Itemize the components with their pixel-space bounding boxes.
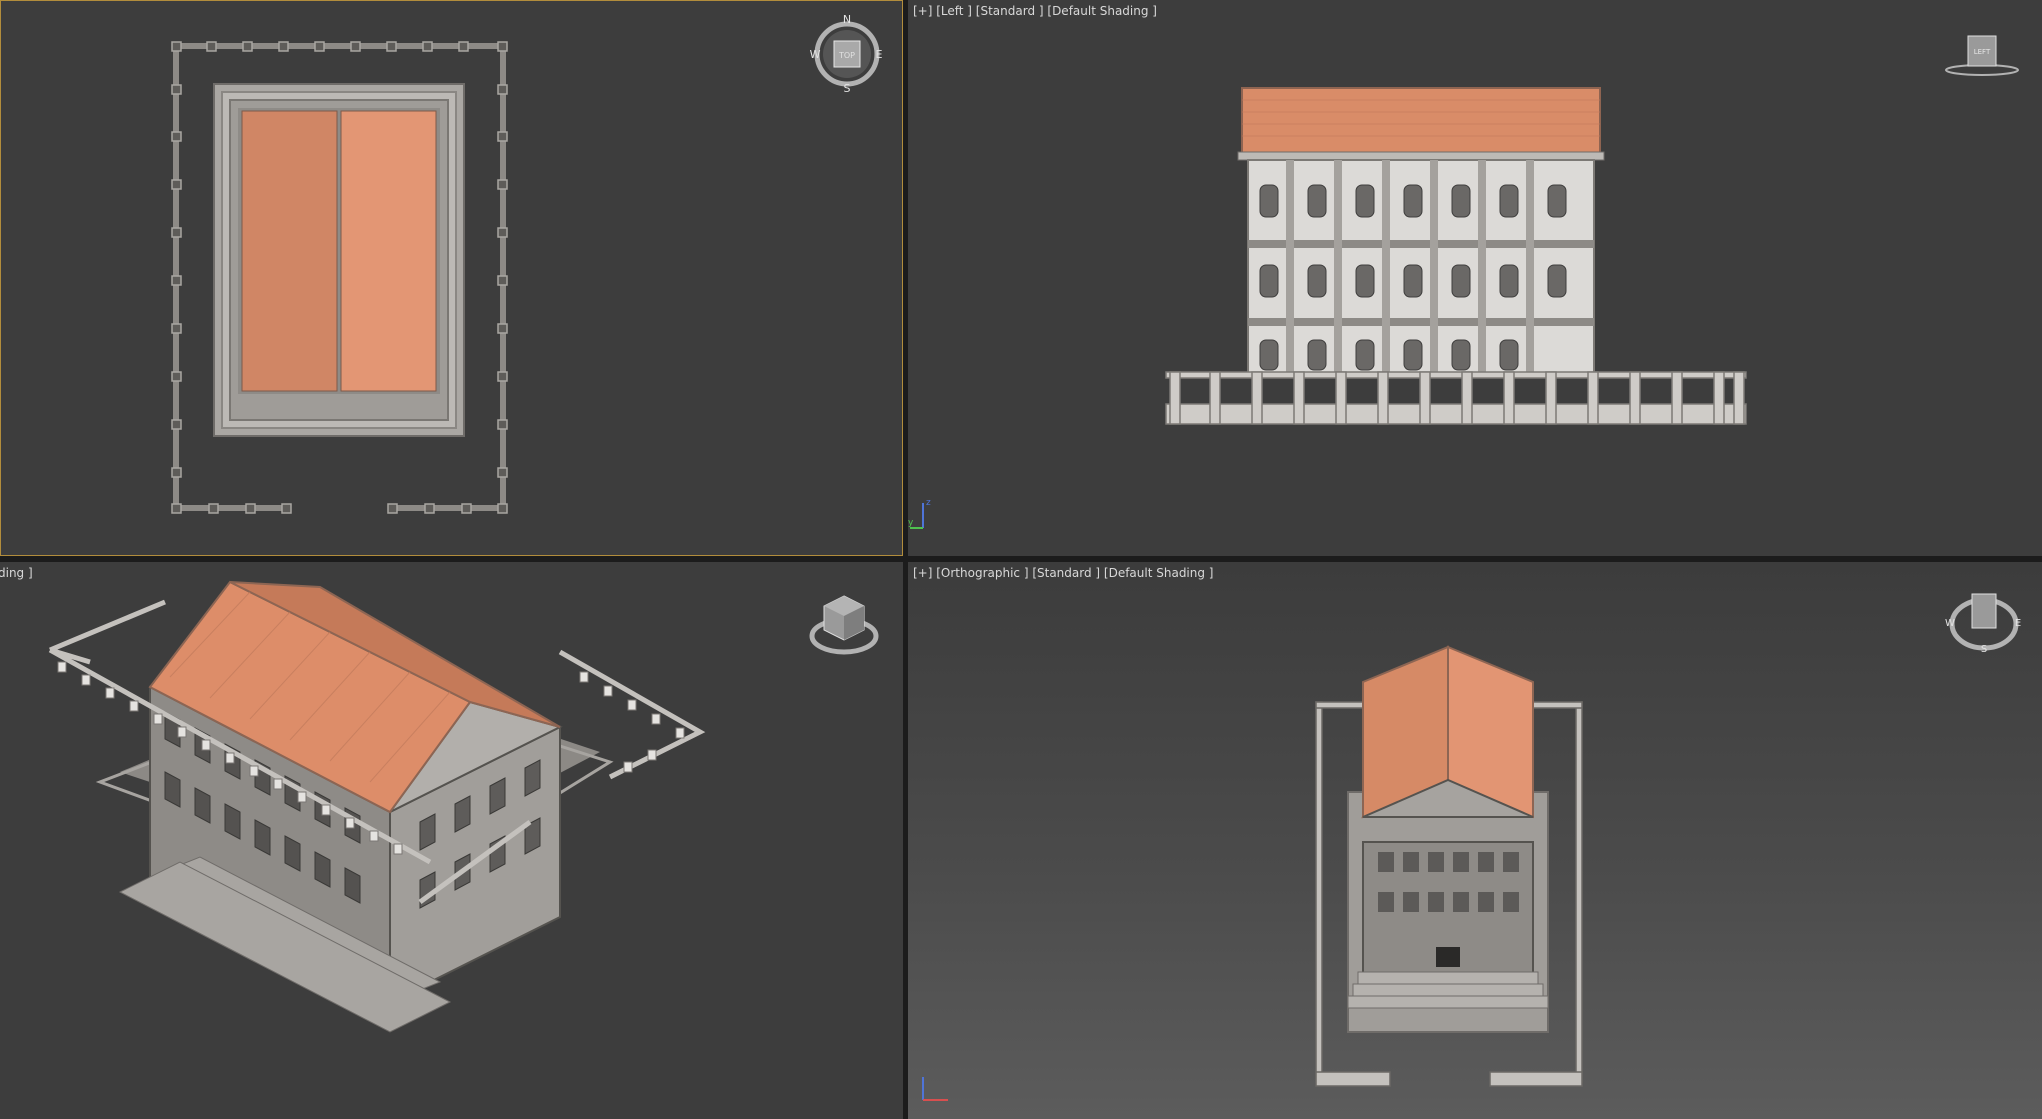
- compass-east: E: [876, 48, 883, 61]
- left-view-scene: [1165, 87, 1747, 425]
- axis-label-z: z: [926, 498, 931, 508]
- viewcube-ortho-icon[interactable]: E W S: [1944, 584, 2024, 655]
- compass-east: E: [2015, 618, 2021, 629]
- roof-elevation: [1241, 87, 1601, 155]
- axis-tripod-icon: z y: [908, 498, 931, 529]
- compass-west: W: [810, 48, 821, 61]
- viewport-orthographic[interactable]: [+] [Orthographic ] [Standard ] [Default…: [908, 562, 2042, 1119]
- fence-elevation: [1165, 371, 1747, 425]
- viewport-left[interactable]: [+] [Left ] [Standard ] [Default Shading…: [908, 0, 2042, 556]
- top-view-scene: [171, 41, 508, 514]
- axis-label-y: y: [908, 518, 914, 528]
- building-top: [213, 83, 465, 437]
- compass-west: W: [1945, 618, 1955, 629]
- viewcube-face-label: LEFT: [1974, 48, 1991, 56]
- viewcube-perspective-icon[interactable]: [806, 590, 882, 656]
- ortho-scene: [1315, 645, 1583, 1087]
- viewcube-left-icon[interactable]: LEFT: [1942, 30, 2022, 80]
- perspective-scene: [48, 580, 706, 1033]
- compass-north: N: [843, 14, 851, 26]
- viewport-perspective[interactable]: ding ]: [0, 562, 903, 1119]
- viewport-top[interactable]: TOP N S E W: [0, 0, 903, 556]
- compass-south: S: [844, 82, 851, 94]
- viewcube-compass-icon[interactable]: TOP N S E W: [810, 13, 884, 95]
- axis-tripod-ortho-icon: [922, 1077, 948, 1101]
- viewcube-face-label: TOP: [838, 51, 855, 60]
- compass-south: S: [1981, 644, 1987, 654]
